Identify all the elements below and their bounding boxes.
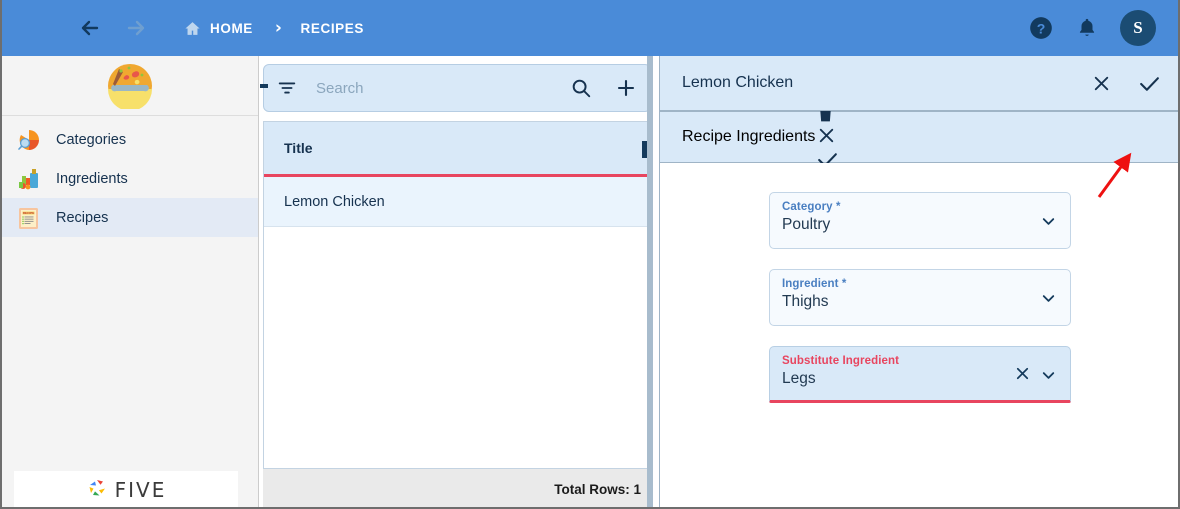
breadcrumb: HOME › RECIPES — [170, 18, 364, 38]
ingredient-form: Category * Poultry Ingredient * Thighs S… — [660, 163, 1178, 507]
search-bar — [260, 64, 651, 112]
section-actions — [815, 103, 840, 172]
search-bar-marker — [260, 84, 268, 88]
svg-text:?: ? — [1037, 20, 1046, 36]
chevron-down-icon[interactable] — [1039, 212, 1058, 231]
sidebar-item-recipes[interactable]: RECIPE Recipes — [2, 198, 258, 237]
sidebar-item-label: Ingredients — [56, 170, 128, 187]
svg-text:RECIPE: RECIPE — [23, 211, 35, 215]
filter-icon[interactable] — [276, 77, 298, 99]
section-title: Recipe Ingredients — [682, 128, 816, 145]
sidebar-item-label: Recipes — [56, 209, 109, 226]
sidebar-item-categories[interactable]: Categories — [2, 120, 258, 159]
bell-icon[interactable] — [1076, 17, 1098, 39]
panel-scrollbar[interactable] — [647, 56, 653, 507]
ingredients-icon — [16, 166, 42, 192]
avatar[interactable]: S — [1120, 10, 1156, 46]
arrow-left-icon[interactable] — [78, 16, 102, 40]
sidebar: Categories Ingredients RECIPE Recipes FI… — [2, 56, 259, 507]
plus-icon[interactable] — [614, 76, 638, 100]
grid-footer: Total Rows: 1 — [263, 469, 651, 507]
search-input[interactable] — [316, 79, 570, 97]
category-value: Poultry — [782, 216, 831, 233]
app-window: HOME › RECIPES ? S Categories Ingredient… — [0, 0, 1180, 509]
record-actions — [1090, 71, 1162, 96]
section-title-bar: Recipe Ingredients — [660, 105, 1178, 167]
panel-gap — [654, 56, 657, 507]
clear-x-icon[interactable] — [1013, 364, 1032, 383]
record-confirm-icon[interactable] — [1137, 71, 1162, 96]
record-cancel-icon[interactable] — [1090, 72, 1113, 95]
grid-header-row: Title — [264, 122, 650, 177]
substitute-ingredient-select[interactable]: Substitute Ingredient Legs — [769, 346, 1071, 403]
arrow-right-icon[interactable] — [124, 16, 148, 40]
breadcrumb-current-label: RECIPES — [300, 20, 364, 36]
section-cancel-icon[interactable] — [815, 124, 840, 147]
category-label: Category * — [782, 201, 841, 213]
sidebar-item-ingredients[interactable]: Ingredients — [2, 159, 258, 198]
hamburger-menu-icon[interactable] — [24, 18, 50, 38]
app-bar-left-group: HOME › RECIPES — [18, 16, 364, 40]
sidebar-nav-list: Categories Ingredients RECIPE Recipes — [2, 116, 258, 237]
home-icon[interactable] — [184, 20, 201, 37]
ingredient-label: Ingredient * — [782, 278, 847, 290]
recipes-grid: Title Lemon Chicken — [263, 121, 651, 469]
search-icon[interactable] — [570, 77, 592, 99]
list-panel: Title Lemon Chicken Total Rows: 1 — [260, 56, 654, 507]
detail-panel: Lemon Chicken Recipe Ingredients Categor… — [659, 56, 1178, 507]
salad-bowl-emoji — [107, 63, 153, 111]
cell-title: Lemon Chicken — [284, 193, 385, 210]
chevron-down-icon[interactable] — [1039, 366, 1058, 385]
sidebar-footer: FIVE — [14, 471, 238, 507]
grid-column-header-title[interactable]: Title — [284, 140, 313, 156]
record-title-bar: Lemon Chicken — [660, 56, 1178, 111]
record-title: Lemon Chicken — [682, 74, 794, 91]
chevron-down-icon[interactable] — [1039, 289, 1058, 308]
total-rows-label: Total Rows: 1 — [554, 481, 641, 497]
sidebar-logo — [2, 56, 258, 116]
five-logo-icon — [86, 476, 110, 505]
ingredient-value: Thighs — [782, 293, 829, 310]
category-select[interactable]: Category * Poultry — [769, 192, 1071, 249]
categories-icon — [16, 127, 42, 153]
recipes-icon: RECIPE — [16, 205, 42, 231]
five-brand-label: FIVE — [114, 478, 167, 502]
breadcrumb-home-label[interactable]: HOME — [210, 21, 253, 36]
sidebar-item-label: Categories — [56, 131, 127, 148]
ingredient-select[interactable]: Ingredient * Thighs — [769, 269, 1071, 326]
top-app-bar: HOME › RECIPES ? S — [2, 0, 1178, 56]
help-circle-icon[interactable]: ? — [1028, 15, 1054, 41]
app-bar-right-group: ? S — [1028, 10, 1166, 46]
table-row[interactable]: Lemon Chicken — [264, 177, 650, 227]
grid-empty-space — [264, 227, 650, 467]
breadcrumb-separator-icon: › — [274, 18, 283, 38]
